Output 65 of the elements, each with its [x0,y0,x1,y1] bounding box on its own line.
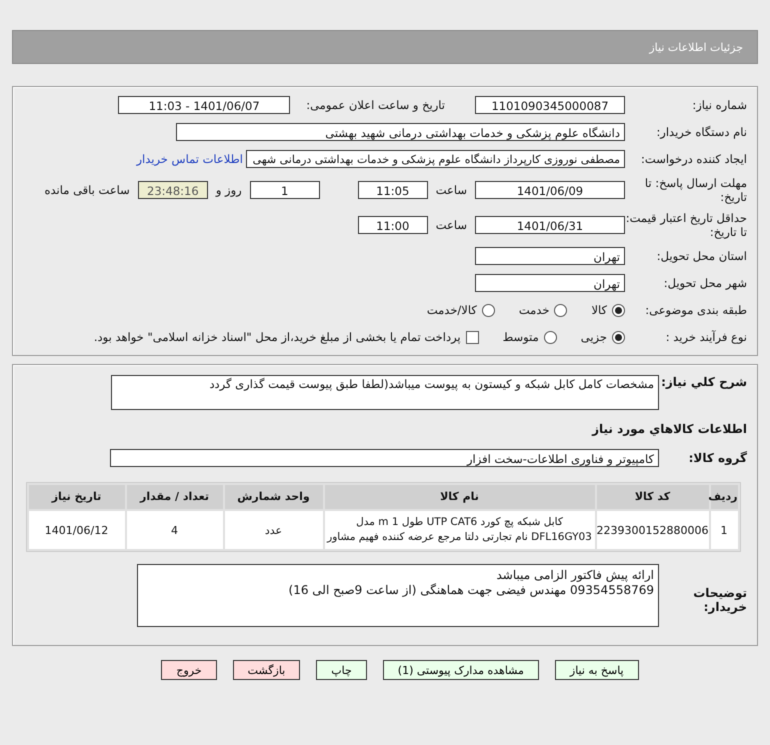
radio-button[interactable] [554,304,568,316]
radio-label: کالا/خدمت [426,303,477,317]
goods-group-field: کامپیوتر و فناوری اطلاعات-سخت افزار [110,449,659,467]
city-field: تهران [475,274,625,292]
column-header: تاریخ نیاز [28,485,124,509]
column-header: تعداد / مقدار [126,485,222,509]
announce-date-field: 1401/06/07 - 11:03 [118,96,290,114]
column-header: واحد شمارش [224,485,322,509]
province-field: تهران [475,247,625,265]
time-label: ساعت [436,218,467,232]
field-label: طبقه بندی موضوعی: [644,303,747,317]
radio-label: کالا [591,303,607,317]
field-label: نوع فرآیند خرید : [664,330,747,344]
action-button[interactable]: بازگشت [232,660,300,680]
field-label: توضیحات خریدار: [692,586,747,614]
time-label: ساعت [436,183,467,197]
field-label: گروه کالا: [688,451,747,465]
radio-label: خدمت [518,303,550,317]
column-header: نام کالا [324,485,594,509]
column-header: کد کالا [596,485,708,509]
buyer-org-field: دانشگاه علوم پزشکی و خدمات بهداشتی درمانی شهید بهشتی [176,123,625,141]
buyer-contact-link[interactable]: اطلاعات تماس خریدار [136,152,243,166]
table-cell: 4 [126,511,222,549]
action-button[interactable]: خروج [161,660,217,680]
field-label: حداقل تاریخ اعتبار قیمت: تا تاریخ: [625,211,747,239]
checkbox-label: پرداخت تمام یا بخشی از مبلغ خرید،از محل "اسناد خزانه اسلامی" خواهد بود. [94,330,461,344]
radio-button[interactable] [612,304,625,316]
remaining-label: ساعت باقی مانده [44,183,130,197]
table-cell: 1 [710,511,738,549]
field-label: تاریخ و ساعت اعلان عمومی: [306,98,445,112]
checkbox[interactable] [466,330,479,344]
validity-date-field: 1401/06/31 [475,216,625,234]
deadline-date-field: 1401/06/09 [475,181,625,199]
field-label: شماره نیاز: [691,98,747,112]
note-text: ارائه پیش فاکتور الزامی میباشد [495,568,654,583]
table-cell: کابل شبکه پچ کورد UTP CAT6 طول 1 m مدل DFL16GY03 نام تجارتی دلتا مرجع عرضه کننده فهیم مشاور [324,511,594,549]
validity-time-field: 11:00 [358,216,428,234]
field-label: ایجاد کننده درخواست: [640,152,747,166]
field-label: نام دستگاه خریدار: [655,125,747,139]
action-button[interactable]: مشاهده مدارک پیوستی (1) [382,660,539,680]
field-label: شرح کلي نياز: [660,375,747,389]
table-cell: 1401/06/12 [28,511,124,549]
days-label: روز و [216,183,242,197]
need-number-field: 1101090345000087 [475,96,625,114]
action-button[interactable]: پاسخ به نیاز [554,660,639,680]
table-cell: 2239300152880006 [596,511,708,549]
radio-button[interactable] [612,330,625,344]
deadline-time-field: 11:05 [358,181,428,199]
description-field: مشخصات کامل کابل شبکه و کیستون به پیوست میباشد(لطفا طبق پیوست قیمت گذاری گردد [111,375,659,410]
action-button[interactable]: چاپ [316,660,367,680]
radio-label: جزیی [580,330,607,344]
radio-button[interactable] [482,304,495,316]
field-label: مهلت ارسال پاسخ: تا تاریخ: [644,176,747,204]
radio-button[interactable] [544,330,557,344]
field-label: استان محل تحویل: [656,249,747,263]
page-title: جزئیات اطلاعات نیاز [649,40,743,54]
radio-label: متوسط [502,330,539,344]
section-heading: اطلاعات کالاهاي مورد نياز [592,421,747,438]
note-text: 09354558769 مهندس فیضی جهت هماهنگی (از ساعت 9صبح الی 16) [288,583,654,598]
requester-field: مصطفی نوروزی کارپرداز دانشگاه علوم پزشکی و خدمات بهداشتی درمانی شهی [246,150,625,168]
field-label: شهر محل تحویل: [662,276,747,290]
column-header: ردیف [710,485,738,509]
remaining-time-field: 23:48:16 [138,181,208,199]
days-field: 1 [250,181,320,199]
table-cell: عدد [224,511,322,549]
